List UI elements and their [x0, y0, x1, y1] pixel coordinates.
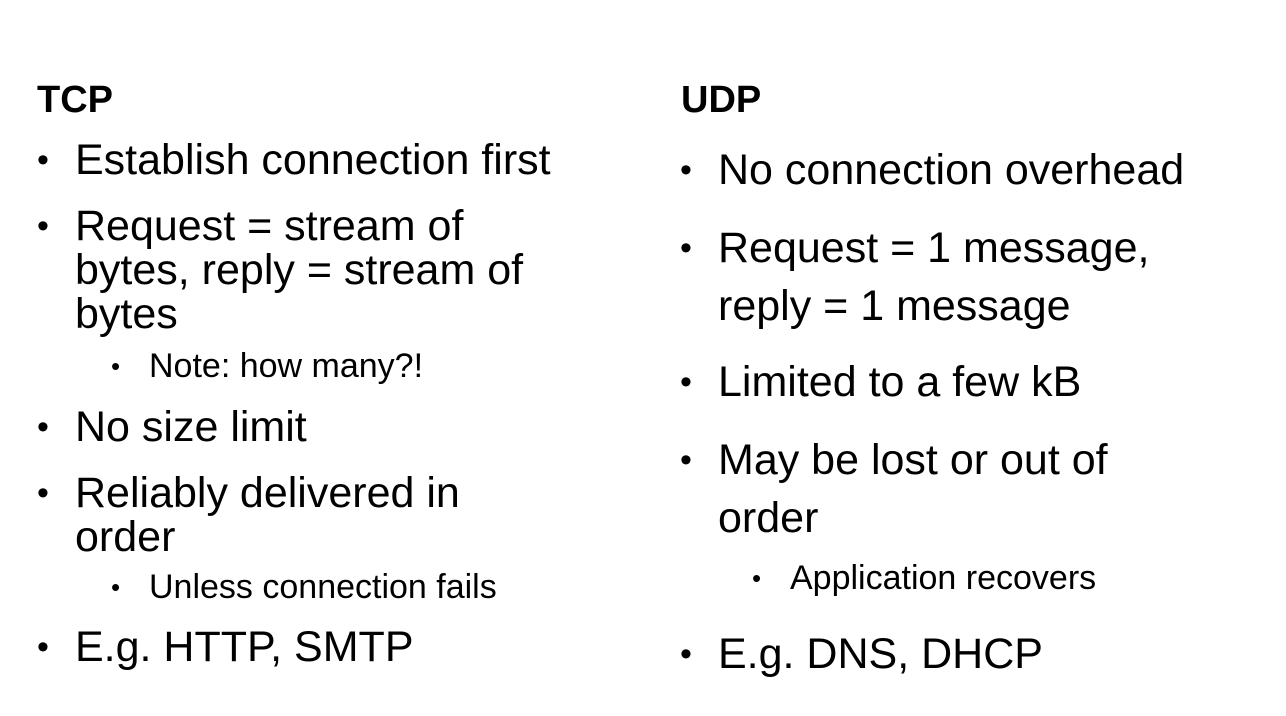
bullet-text-line: reply = 1 message: [718, 282, 1071, 330]
bullet-dot: •: [37, 628, 49, 666]
bullet-text: No connection overhead: [718, 146, 1185, 194]
bullet-text: No size limit: [75, 403, 307, 451]
bullet-dot: •: [680, 151, 692, 189]
bullet-dot: •: [680, 363, 692, 401]
bullet-dot: •: [37, 207, 49, 245]
bullet-dot: •: [111, 351, 121, 381]
bullet-dot: •: [680, 229, 692, 267]
bullet-text-line: order: [718, 494, 819, 542]
bullet-text: E.g. DNS, DHCP: [718, 630, 1043, 678]
bullet-text: E.g. HTTP, SMTP: [75, 623, 414, 671]
bullet-text-line: Request = 1 message,: [718, 224, 1150, 272]
bullet-dot: •: [680, 635, 692, 673]
tcp-heading: TCP: [37, 79, 113, 121]
bullet-dot: •: [37, 141, 49, 179]
bullet-text-line: Reliably delivered in: [75, 469, 460, 517]
bullet-text-line: bytes: [75, 290, 178, 338]
bullet-text: Limited to a few kB: [718, 358, 1082, 406]
bullet-text-line: May be lost or out of: [718, 436, 1108, 484]
subbullet-text: Note: how many?!: [149, 347, 424, 385]
bullet-text: Establish connection first: [75, 136, 551, 184]
bullet-text-line: order: [75, 513, 176, 561]
bullet-dot: •: [37, 474, 49, 512]
bullet-text-line: Request = stream of: [75, 202, 464, 250]
bullet-dot: •: [37, 408, 49, 446]
subbullet-text: Unless connection fails: [149, 568, 497, 606]
subbullet-text: Application recovers: [790, 559, 1097, 597]
udp-heading: UDP: [681, 79, 762, 121]
bullet-dot: •: [752, 563, 762, 593]
bullet-text-line: bytes, reply = stream of: [75, 246, 524, 294]
bullet-dot: •: [111, 572, 121, 602]
bullet-dot: •: [680, 441, 692, 479]
